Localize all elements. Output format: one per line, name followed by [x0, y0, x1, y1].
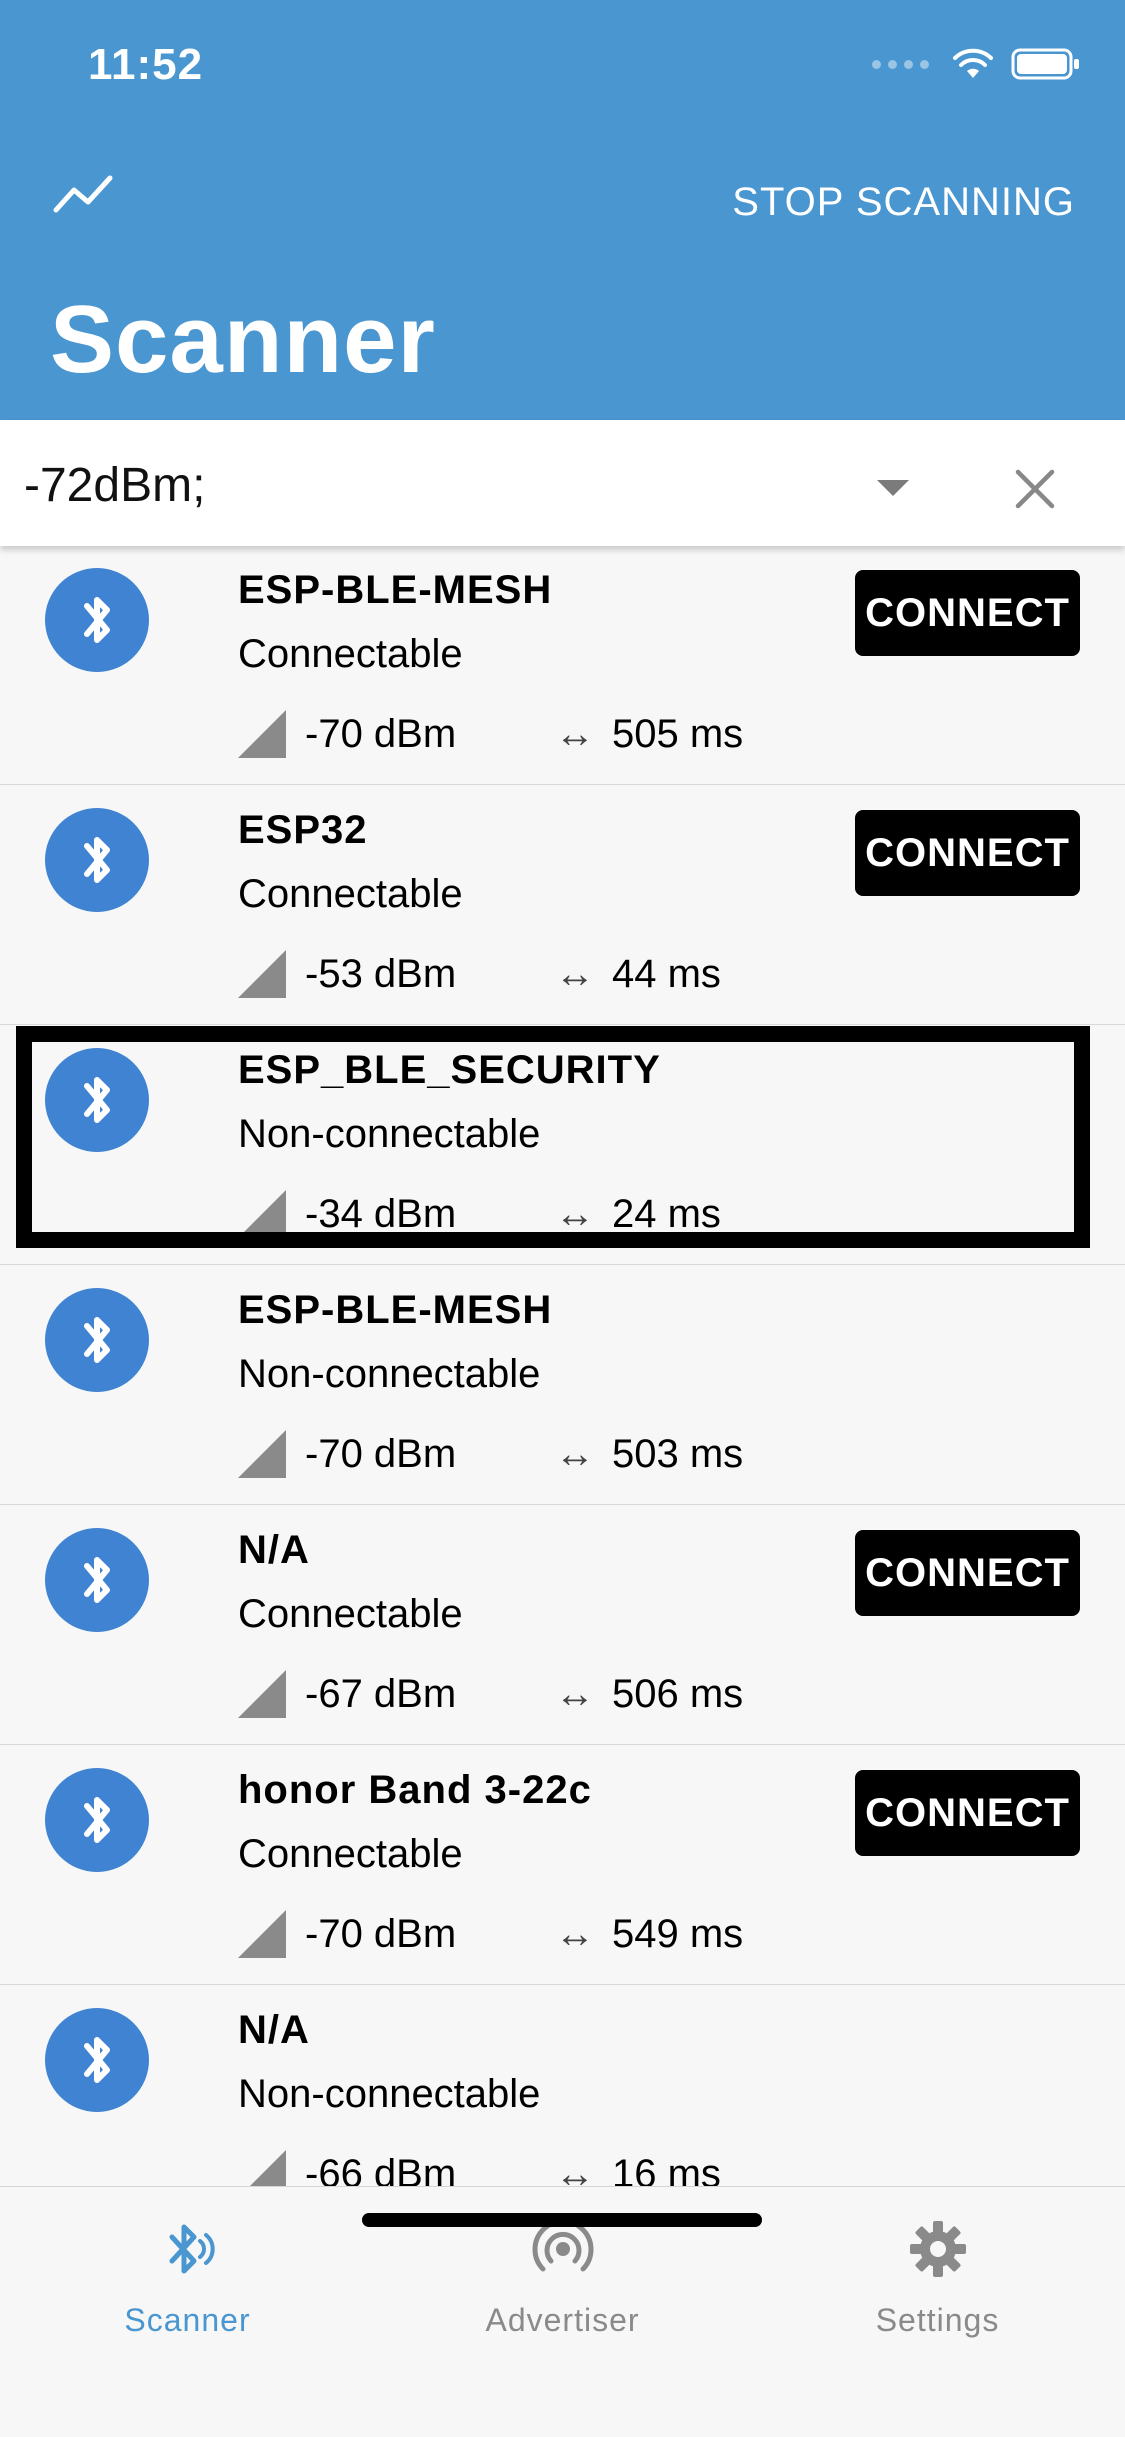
bluetooth-icon: [45, 2008, 149, 2112]
device-name: ESP_BLE_SECURITY: [238, 1048, 661, 1092]
interval-icon: ↔: [555, 2152, 595, 2186]
list-item[interactable]: ESP-BLE-MESH Connectable -70 dBm ↔ 505 m…: [0, 546, 1125, 785]
device-state: Connectable: [238, 632, 463, 676]
device-interval: 506 ms: [612, 1672, 744, 1716]
connect-button[interactable]: CONNECT: [855, 1770, 1080, 1856]
device-interval: 503 ms: [612, 1432, 744, 1476]
signal-strength-icon: [238, 1190, 286, 1238]
bluetooth-icon: [45, 1528, 149, 1632]
device-rssi: -70 dBm: [305, 1912, 457, 1956]
signal-strength-icon: [238, 710, 286, 758]
interval-icon: ↔: [555, 952, 595, 996]
chevron-down-icon[interactable]: [877, 480, 909, 496]
list-item[interactable]: ESP-BLE-MESH Non-connectable -70 dBm ↔ 5…: [0, 1266, 1125, 1505]
device-state: Non-connectable: [238, 1352, 541, 1396]
trend-graph-icon[interactable]: [52, 172, 114, 216]
tab-label: Advertiser: [485, 2302, 640, 2338]
list-item[interactable]: N/A Connectable -67 dBm ↔ 506 ms CONNECT: [0, 1506, 1125, 1745]
tab-scanner[interactable]: Scanner: [0, 2187, 375, 2338]
filter-input[interactable]: -72dBm;: [24, 458, 205, 513]
signal-strength-icon: [238, 950, 286, 998]
device-rssi: -70 dBm: [305, 1432, 457, 1476]
interval-icon: ↔: [555, 1432, 595, 1476]
bluetooth-icon: [45, 1048, 149, 1152]
signal-strength-icon: [238, 1670, 286, 1718]
device-rssi: -66 dBm: [305, 2152, 457, 2186]
close-icon[interactable]: [1012, 466, 1058, 512]
device-state: Connectable: [238, 872, 463, 916]
device-rssi: -67 dBm: [305, 1672, 457, 1716]
device-state: Non-connectable: [238, 2072, 541, 2116]
bluetooth-icon: [45, 1768, 149, 1872]
device-state: Connectable: [238, 1832, 463, 1876]
connect-button[interactable]: CONNECT: [855, 570, 1080, 656]
device-interval: 505 ms: [612, 712, 744, 756]
interval-icon: ↔: [555, 1192, 595, 1236]
device-interval: 44 ms: [612, 952, 721, 996]
stop-scanning-button[interactable]: STOP SCANNING: [732, 180, 1075, 225]
device-state: Non-connectable: [238, 1112, 541, 1156]
device-state: Connectable: [238, 1592, 463, 1636]
device-list[interactable]: ESP-BLE-MESH Connectable -70 dBm ↔ 505 m…: [0, 546, 1125, 2186]
device-rssi: -34 dBm: [305, 1192, 457, 1236]
device-name: ESP32: [238, 808, 368, 852]
tab-label: Settings: [875, 2302, 1000, 2338]
status-icons: [872, 48, 1081, 80]
device-rssi: -53 dBm: [305, 952, 457, 996]
bluetooth-icon: [45, 1288, 149, 1392]
bluetooth-icon: [45, 808, 149, 912]
device-rssi: -70 dBm: [305, 712, 457, 756]
connect-button[interactable]: CONNECT: [855, 810, 1080, 896]
app-header: 11:52 STOP SCANNING Scanner: [0, 0, 1125, 420]
cellular-signal-icon: [872, 59, 929, 69]
bluetooth-icon: [45, 568, 149, 672]
tab-label: Scanner: [124, 2302, 251, 2338]
device-interval: 16 ms: [612, 2152, 721, 2186]
device-interval: 549 ms: [612, 1912, 744, 1956]
filter-bar[interactable]: -72dBm;: [0, 420, 1125, 546]
bluetooth-scan-icon: [169, 2224, 215, 2274]
device-name: honor Band 3-22c: [238, 1768, 592, 1812]
home-indicator: [362, 2213, 762, 2227]
tab-advertiser[interactable]: Advertiser: [375, 2187, 750, 2338]
interval-icon: ↔: [555, 1672, 595, 1716]
device-interval: 24 ms: [612, 1192, 721, 1236]
device-name: N/A: [238, 2008, 310, 2052]
device-name: ESP-BLE-MESH: [238, 1288, 553, 1332]
list-item[interactable]: ESP_BLE_SECURITY Non-connectable -34 dBm…: [0, 1026, 1125, 1265]
wifi-icon: [953, 48, 993, 78]
page-title: Scanner: [50, 286, 436, 393]
signal-strength-icon: [238, 1430, 286, 1478]
signal-strength-icon: [238, 2150, 286, 2186]
tab-settings[interactable]: Settings: [750, 2187, 1125, 2338]
interval-icon: ↔: [555, 1912, 595, 1956]
battery-icon: [1011, 48, 1079, 80]
list-item[interactable]: ESP32 Connectable -53 dBm ↔ 44 ms CONNEC…: [0, 786, 1125, 1025]
connect-button[interactable]: CONNECT: [855, 1530, 1080, 1616]
gear-icon: [909, 2221, 966, 2277]
signal-strength-icon: [238, 1910, 286, 1958]
interval-icon: ↔: [555, 712, 595, 756]
device-name: N/A: [238, 1528, 310, 1572]
status-time: 11:52: [88, 40, 204, 89]
list-item[interactable]: N/A Non-connectable -66 dBm ↔ 16 ms: [0, 1986, 1125, 2186]
list-item[interactable]: honor Band 3-22c Connectable -70 dBm ↔ 5…: [0, 1746, 1125, 1985]
device-name: ESP-BLE-MESH: [238, 568, 553, 612]
